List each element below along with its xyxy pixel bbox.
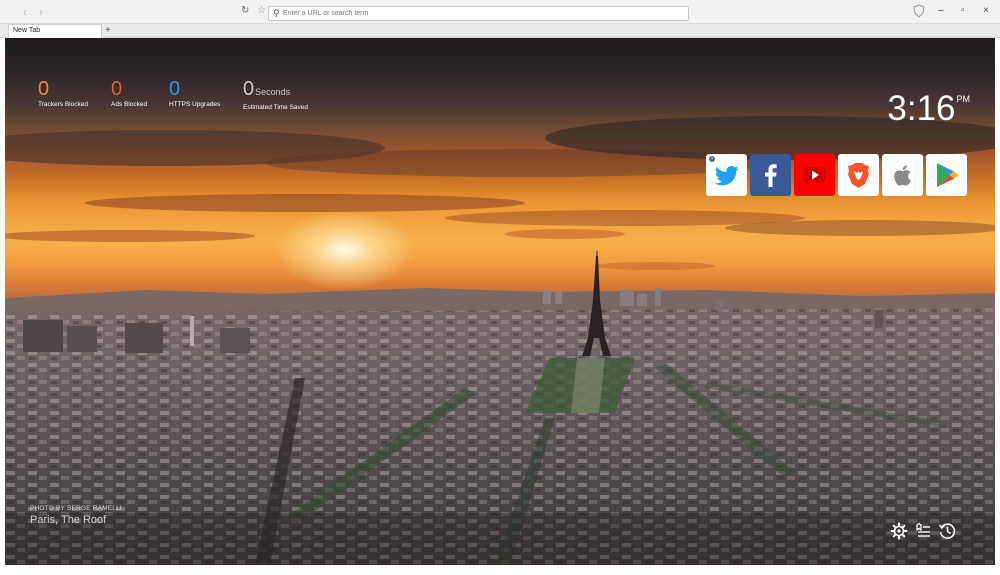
stat-label: HTTPS Upgrades xyxy=(169,101,221,108)
stat-label: Trackers Blocked xyxy=(38,101,88,108)
back-arrow-icon[interactable]: ‹ xyxy=(18,5,32,19)
forward-arrow-icon[interactable]: › xyxy=(34,5,48,19)
settings-gear-icon[interactable] xyxy=(890,522,908,540)
top-site-google-play[interactable] xyxy=(926,154,967,196)
new-tab-page: 0 Trackers Blocked 0 Ads Blocked 0 HTTPS… xyxy=(5,38,995,565)
stat-value: 0 xyxy=(243,78,255,100)
bookmarks-list-icon[interactable] xyxy=(914,522,932,540)
browser-window: ‹ › ↻ ☆ ⚲ – ▫ × New Tab + ⋮ xyxy=(0,0,1000,575)
minimize-window-button[interactable]: – xyxy=(938,5,944,17)
reload-icon[interactable]: ↻ xyxy=(241,5,249,16)
brave-lion-icon xyxy=(848,163,869,188)
top-site-twitter[interactable]: • xyxy=(706,154,747,196)
search-icon: ⚲ xyxy=(273,8,280,18)
history-clock-icon[interactable] xyxy=(938,522,956,540)
facebook-f-icon xyxy=(765,164,777,187)
tab-new-tab[interactable]: New Tab xyxy=(8,24,102,38)
clock-ampm: PM xyxy=(956,94,971,104)
stat-time-saved: 0Seconds Estimated Time Saved xyxy=(243,78,308,111)
top-site-apple[interactable] xyxy=(882,154,923,196)
youtube-play-icon xyxy=(803,167,826,183)
stat-trackers-blocked: 0 Trackers Blocked xyxy=(38,78,88,108)
google-play-icon xyxy=(937,163,959,187)
new-tab-button[interactable]: + xyxy=(105,25,111,36)
pin-icon[interactable]: • xyxy=(709,156,715,162)
tab-strip: New Tab + xyxy=(0,24,1000,38)
photo-credit-place: Paris, The Roof xyxy=(30,514,107,526)
url-input[interactable] xyxy=(283,8,683,19)
url-bar[interactable]: ⚲ xyxy=(268,6,689,21)
brave-shield-icon[interactable] xyxy=(913,4,925,18)
background-photo-city xyxy=(5,251,995,565)
top-site-facebook[interactable] xyxy=(750,154,791,196)
stat-value: 0 xyxy=(38,78,50,100)
top-site-youtube[interactable] xyxy=(794,154,835,196)
browser-toolbar: ‹ › ↻ ☆ ⚲ – ▫ × xyxy=(0,0,1000,24)
stat-unit: Seconds xyxy=(255,87,291,97)
stat-value: 0 xyxy=(169,78,181,100)
photo-credit: PHOTO BY SERGE RAMELLI Paris, The Roof xyxy=(30,505,122,526)
maximize-window-button[interactable]: ▫ xyxy=(961,5,965,17)
photo-credit-author: PHOTO BY SERGE RAMELLI xyxy=(30,505,122,512)
apple-logo-icon xyxy=(894,165,911,186)
tab-title: New Tab xyxy=(13,27,41,34)
stat-label: Estimated Time Saved xyxy=(243,104,309,111)
bookmark-star-icon[interactable]: ☆ xyxy=(257,5,266,16)
stat-label: Ads Blocked xyxy=(111,101,148,108)
stat-value: 0 xyxy=(111,78,123,100)
stat-ads-blocked: 0 Ads Blocked xyxy=(111,78,147,108)
clock-time: 3:16 xyxy=(887,89,956,128)
top-site-brave[interactable] xyxy=(838,154,879,196)
clock: 3:16PM xyxy=(887,89,971,128)
stat-https-upgrades: 0 HTTPS Upgrades xyxy=(169,78,220,108)
close-window-button[interactable]: × xyxy=(983,5,989,17)
